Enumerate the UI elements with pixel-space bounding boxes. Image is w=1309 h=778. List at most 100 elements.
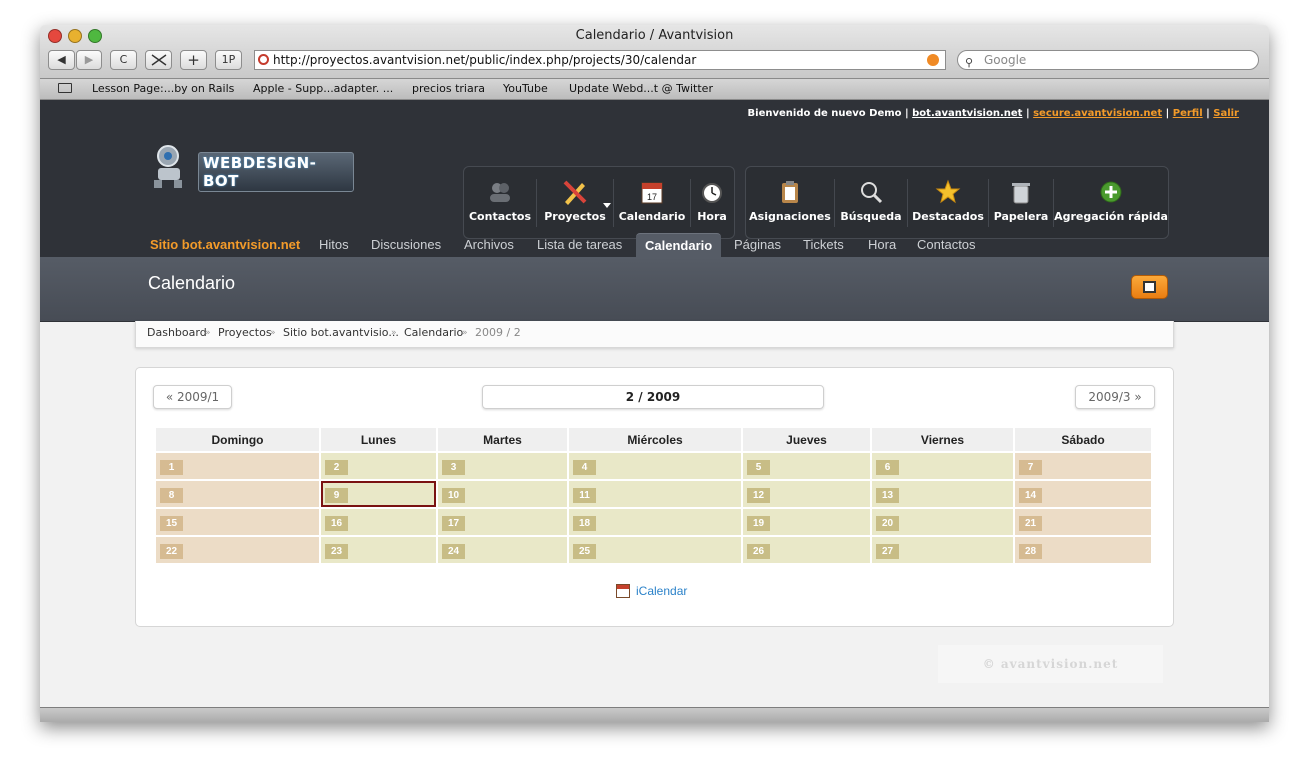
toolbar-label: Contactos [468,210,532,223]
bookmark-item[interactable]: Update Webd...t @ Twitter [569,82,713,95]
calendar-week-row: 1 2 3 4 5 6 7 [156,453,1151,479]
tab-discusiones[interactable]: Discusiones [371,233,441,257]
tab-hitos[interactable]: Hitos [319,233,349,257]
tab-calendario[interactable]: Calendario [636,233,722,258]
calendar-day-cell[interactable]: 15 [156,509,319,535]
logo-text: WEBDESIGN-BOT [198,152,354,192]
tab-hora[interactable]: Hora [868,233,896,257]
calendar-day-cell[interactable]: 4 [569,453,741,479]
toolbar-hora[interactable]: Hora [691,167,733,238]
calendar-day-cell[interactable]: 19 [743,509,870,535]
calendar-day-cell[interactable]: 6 [872,453,1013,479]
toolbar-proyectos[interactable]: Proyectos [537,167,613,238]
refresh-icon[interactable] [927,54,939,66]
robot-logo-icon [154,145,182,188]
calendar-day-cell[interactable]: 16 [321,509,436,535]
day-number: 2 [325,460,348,475]
toolbar-label: Asignaciones [749,210,831,223]
onepassword-button[interactable]: 1P [215,50,242,70]
prev-month-button[interactable]: « 2009/1 [153,385,232,409]
day-number: 10 [442,488,465,503]
calendar-day-cell[interactable]: 21 [1015,509,1151,535]
link-bot[interactable]: bot.avantvision.net [912,108,1022,119]
toolbar-asignaciones[interactable]: Asignaciones [746,167,834,238]
day-number: 22 [160,544,183,559]
toolbar-contactos[interactable]: Contactos [464,167,536,238]
toolbar-group-primary: Contactos Proyectos 17 Calendario Hora [463,166,735,239]
day-number: 23 [325,544,348,559]
print-icon [1143,281,1156,293]
calendar-day-cell[interactable]: 20 [872,509,1013,535]
weekday-header: Martes [438,428,567,451]
tab-tickets[interactable]: Tickets [803,233,844,257]
logout-link[interactable]: Salir [1213,108,1239,119]
toolbar-papelera[interactable]: Papelera [989,167,1053,238]
breadcrumb-dashboard[interactable]: Dashboard [147,321,207,345]
calendar-day-cell[interactable]: 27 [872,537,1013,563]
search-placeholder: Google [984,53,1027,67]
calendar-panel: « 2009/1 2 / 2009 2009/3 » Domingo Lunes… [135,367,1174,627]
tab-contactos[interactable]: Contactos [917,233,976,257]
calendar-day-cell[interactable]: 11 [569,481,741,507]
toolbar-busqueda[interactable]: Búsqueda [835,167,907,238]
search-field[interactable]: ⚲ Google [957,50,1259,70]
calendar-week-row: 8 9 10 11 12 13 14 [156,481,1151,507]
toolbar-label: Papelera [993,210,1049,223]
print-button[interactable] [1131,275,1168,299]
bookmark-item[interactable]: precios triara [412,82,485,95]
tab-paginas[interactable]: Páginas [734,233,781,257]
toolbar-group-secondary: Asignaciones Búsqueda Destacados Papeler… [745,166,1169,239]
tab-site[interactable]: Sitio bot.avantvision.net [150,233,300,257]
forward-button[interactable]: ▶ [76,50,102,70]
bookmarks-book-icon[interactable] [58,83,72,93]
calendar-day-cell[interactable]: 3 [438,453,567,479]
calendar-day-cell[interactable]: 23 [321,537,436,563]
calendar-day-cell[interactable]: 10 [438,481,567,507]
icalendar-label: iCalendar [636,584,688,598]
day-number: 11 [573,488,596,503]
site-logo[interactable]: WEBDESIGN-BOT [144,140,354,192]
reload-button[interactable]: C [110,50,137,70]
add-bookmark-button[interactable]: + [180,50,207,70]
calendar-day-cell[interactable]: 17 [438,509,567,535]
tab-lista-de-tareas[interactable]: Lista de tareas [537,233,622,257]
breadcrumb-separator: » [462,328,468,338]
magnifier-icon [861,182,883,204]
calendar-day-cell[interactable]: 28 [1015,537,1151,563]
toolbar-agregacion-rapida[interactable]: Agregación rápida [1054,167,1168,238]
breadcrumb-site[interactable]: Sitio bot.avantvisio... [283,321,399,345]
calendar-day-cell[interactable]: 24 [438,537,567,563]
snapback-button[interactable] [145,50,172,70]
bookmark-item[interactable]: YouTube [503,82,548,95]
breadcrumb-calendario[interactable]: Calendario [404,321,463,345]
bookmark-item[interactable]: Apple - Supp...adapter. ... [253,82,393,95]
tab-archivos[interactable]: Archivos [464,233,514,257]
projects-icon [563,180,587,205]
calendar-day-cell[interactable]: 12 [743,481,870,507]
toolbar-label: Búsqueda [840,210,902,223]
day-number: 19 [747,516,770,531]
calendar-day-cell[interactable]: 18 [569,509,741,535]
calendar-day-cell[interactable]: 7 [1015,453,1151,479]
calendar-day-cell[interactable]: 8 [156,481,319,507]
bookmark-item[interactable]: Lesson Page:...by on Rails [92,82,234,95]
calendar-day-cell[interactable]: 13 [872,481,1013,507]
profile-link[interactable]: Perfil [1173,108,1203,119]
toolbar-calendario[interactable]: 17 Calendario [614,167,690,238]
link-secure[interactable]: secure.avantvision.net [1033,108,1162,119]
calendar-day-cell[interactable]: 25 [569,537,741,563]
star-icon [935,179,961,204]
day-number: 20 [876,516,899,531]
address-bar[interactable]: http://proyectos.avantvision.net/public/… [254,50,946,70]
back-button[interactable]: ◀ [48,50,75,70]
calendar-day-cell[interactable]: 5 [743,453,870,479]
calendar-day-cell[interactable]: 2 [321,453,436,479]
calendar-day-cell-today[interactable]: 9 [321,481,436,507]
calendar-day-cell[interactable]: 26 [743,537,870,563]
calendar-day-cell[interactable]: 1 [156,453,319,479]
calendar-day-cell[interactable]: 22 [156,537,319,563]
calendar-day-cell[interactable]: 14 [1015,481,1151,507]
toolbar-destacados[interactable]: Destacados [908,167,988,238]
next-month-button[interactable]: 2009/3 » [1075,385,1155,409]
breadcrumb-proyectos[interactable]: Proyectos [218,321,272,345]
